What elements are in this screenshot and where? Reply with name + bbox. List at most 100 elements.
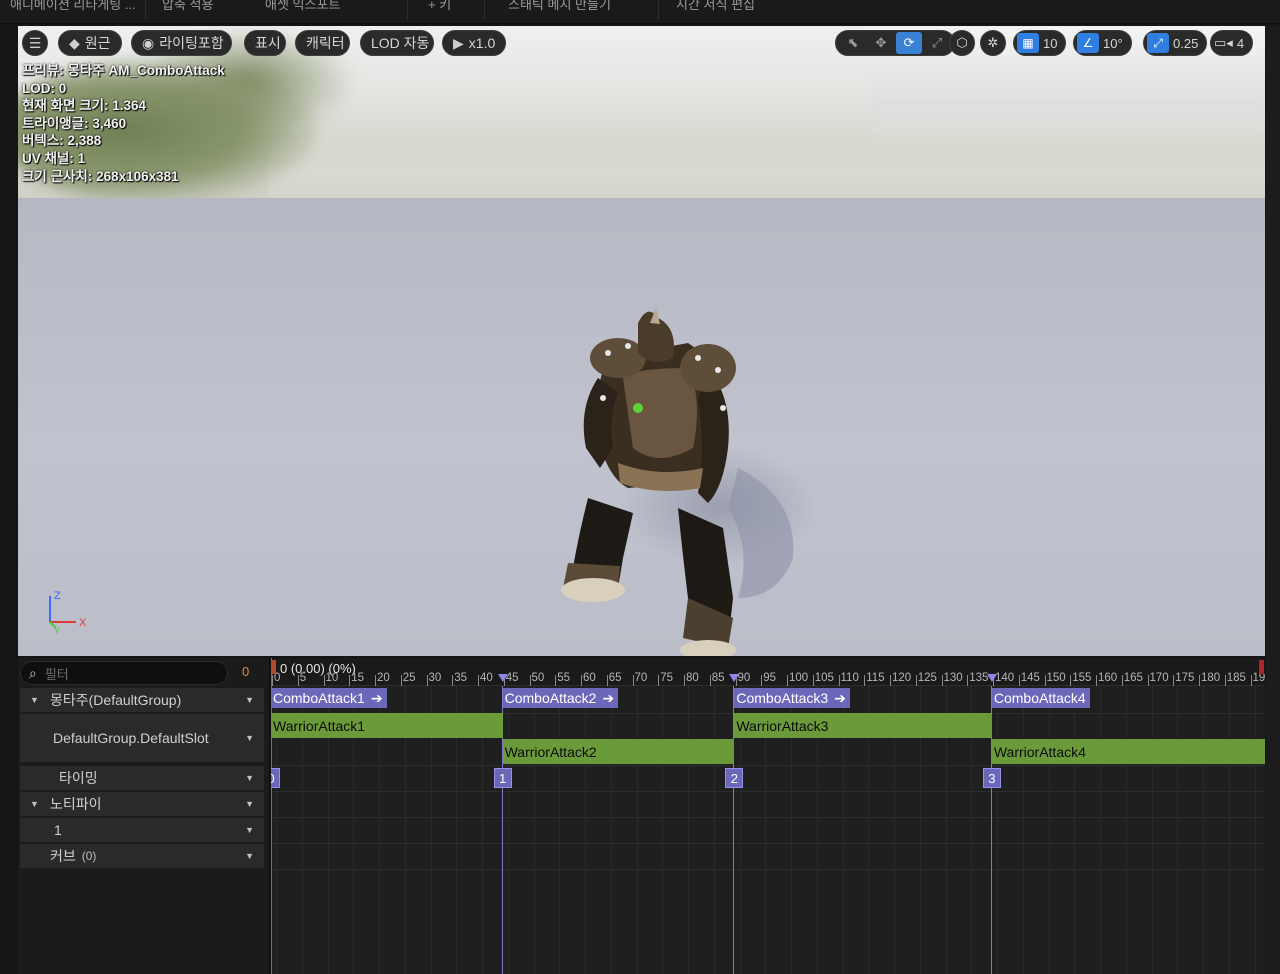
character-button[interactable]: 캐릭터 bbox=[295, 30, 350, 56]
export-asset-button[interactable]: 애셋 익스포트 bbox=[265, 0, 340, 14]
ruler-tick bbox=[838, 675, 840, 686]
timing-marker[interactable]: 1 bbox=[493, 768, 512, 788]
notify-track-label: 1 bbox=[54, 822, 62, 838]
ruler-label: 60 bbox=[583, 672, 596, 684]
current-time-display: 0 (0.00) (0%) bbox=[280, 661, 356, 676]
filter-search[interactable]: ⌕ 필터 bbox=[20, 661, 228, 685]
timing-row[interactable]: 타이밍 ▼ bbox=[20, 766, 264, 790]
grid-line bbox=[1151, 686, 1153, 974]
section-name: ComboAttack3 bbox=[736, 690, 829, 706]
ruler-tick bbox=[761, 675, 763, 686]
chevron-down-icon[interactable]: ▼ bbox=[245, 733, 254, 743]
ruler-label: 30 bbox=[428, 672, 442, 684]
coordinate-space-icon[interactable]: ⬡ bbox=[949, 30, 975, 56]
edit-time-format-button[interactable]: 시간 서식 편집 bbox=[676, 0, 755, 14]
grid-line bbox=[585, 686, 586, 974]
surface-snap-icon[interactable]: ✲ bbox=[980, 30, 1006, 56]
ruler-label: 170 bbox=[1149, 672, 1169, 684]
grid-line bbox=[688, 686, 689, 974]
grid-snap-toggle[interactable]: ▦ 10 bbox=[1013, 30, 1067, 56]
add-key-button[interactable]: + 키 bbox=[428, 0, 451, 14]
scale-mode-icon[interactable]: ⤢ bbox=[924, 32, 950, 54]
ruler-label: 50 bbox=[531, 672, 545, 684]
row-divider bbox=[271, 817, 1265, 818]
grid-line bbox=[1100, 686, 1101, 974]
chevron-down-icon[interactable]: ▼ bbox=[245, 851, 254, 861]
play-speed-button[interactable]: ▶ x1.0 bbox=[442, 30, 506, 56]
curves-row[interactable]: 커브 (0) ▼ bbox=[20, 844, 264, 868]
ruler-label: 125 bbox=[917, 672, 937, 684]
ruler-label: 65 bbox=[608, 672, 622, 684]
show-button[interactable]: 표시 bbox=[244, 30, 286, 56]
ruler-tick bbox=[375, 675, 376, 686]
section-2[interactable]: ComboAttack2 ➔ bbox=[502, 688, 619, 708]
grid-line bbox=[713, 686, 715, 974]
section-marker-icon[interactable] bbox=[986, 674, 997, 682]
timing-marker[interactable]: 0 bbox=[271, 768, 280, 788]
chevron-down-icon[interactable]: ▼ bbox=[245, 825, 254, 835]
ruler-label: 10 bbox=[325, 672, 339, 684]
grid-snap-value: 10 bbox=[1043, 35, 1058, 51]
retarget-menu[interactable]: 애니메이션 리타게팅 ... bbox=[10, 0, 136, 14]
apply-compression-button[interactable]: 압축 적용 bbox=[162, 0, 213, 14]
section-1[interactable]: ComboAttack1 ➔ bbox=[271, 688, 387, 708]
section-3[interactable]: ComboAttack3 ➔ bbox=[734, 688, 850, 708]
grid-line bbox=[1022, 686, 1024, 974]
row-divider bbox=[271, 869, 1265, 870]
stat-lod: LOD: 0 bbox=[22, 80, 67, 96]
ruler-tick bbox=[1018, 675, 1020, 686]
playhead-handle[interactable] bbox=[271, 660, 276, 674]
anim-segment-4[interactable]: WarriorAttack4 bbox=[991, 739, 1265, 764]
ruler-label: 15 bbox=[351, 672, 365, 684]
scale-snap-toggle[interactable]: ⤢ 0.25 bbox=[1143, 30, 1208, 56]
grid-line bbox=[636, 686, 638, 974]
section-name: ComboAttack4 bbox=[993, 690, 1086, 706]
filter-count: 0 bbox=[242, 664, 250, 679]
anim-segment-3[interactable]: WarriorAttack3 bbox=[734, 713, 992, 738]
ruler-tick bbox=[684, 675, 685, 686]
time-ruler[interactable]: 0 (0.00) (0%) 0 5 10 15 20 25 30 35 40 45 50 55 60 65… bbox=[271, 658, 1265, 686]
next-section-arrow-icon[interactable]: ➔ bbox=[371, 690, 383, 707]
translate-mode-icon[interactable]: ✥ bbox=[868, 32, 894, 54]
stat-uv-channels: UV 채널: 1 bbox=[22, 150, 86, 166]
ruler-label: 155 bbox=[1072, 672, 1092, 684]
section-4[interactable]: ComboAttack4 bbox=[991, 688, 1090, 708]
montage-timeline[interactable]: 0 (0.00) (0%) 0 5 10 15 20 25 30 35 40 45 50 55 60 65… bbox=[271, 658, 1265, 974]
ruler-tick bbox=[632, 675, 634, 686]
viewport-menu-button[interactable]: ☰ bbox=[22, 30, 48, 56]
perspective-button[interactable]: ◆ 원근 bbox=[58, 30, 122, 56]
make-static-mesh-button[interactable]: 스태틱 메시 만들기 bbox=[508, 0, 611, 14]
notifies-row[interactable]: ▼ 노티파이 ▼ bbox=[20, 792, 264, 816]
collapse-icon[interactable]: ▼ bbox=[30, 695, 39, 705]
camera-speed-button[interactable]: ▭◂ 4 bbox=[1210, 30, 1254, 56]
montage-group-row[interactable]: ▼ 몽타주(DefaultGroup) ▼ bbox=[20, 688, 264, 712]
next-section-arrow-icon[interactable]: ➔ bbox=[602, 690, 614, 707]
section-marker-icon[interactable] bbox=[497, 674, 508, 682]
select-mode-icon[interactable]: ⬉ bbox=[840, 32, 866, 54]
chevron-down-icon[interactable]: ▼ bbox=[245, 799, 254, 809]
section-marker-icon[interactable] bbox=[729, 674, 740, 682]
end-marker[interactable] bbox=[1259, 660, 1264, 674]
rotate-mode-icon[interactable]: ⟳ bbox=[896, 32, 922, 54]
grid-line bbox=[610, 686, 612, 974]
ruler-tick bbox=[709, 675, 711, 686]
rotation-snap-toggle[interactable]: ∠ 10° bbox=[1073, 30, 1132, 56]
chevron-down-icon[interactable]: ▼ bbox=[245, 773, 254, 783]
preview-viewport[interactable]: ☰ ◆ 원근 ◉ 라이팅포함 표시 캐릭터 LOD 자동 ▶ x1.0 ⬉ ✥ bbox=[18, 26, 1265, 656]
lighting-button[interactable]: ◉ 라이팅포함 bbox=[131, 30, 232, 56]
ruler-tick bbox=[297, 675, 299, 686]
slot-row[interactable]: DefaultGroup.DefaultSlot ▼ bbox=[20, 714, 264, 762]
anim-segment-1[interactable]: WarriorAttack1 bbox=[271, 713, 503, 738]
lod-button[interactable]: LOD 자동 bbox=[360, 30, 434, 56]
next-section-arrow-icon[interactable]: ➔ bbox=[834, 690, 846, 707]
ruler-tick bbox=[915, 675, 917, 686]
grid-line bbox=[559, 686, 561, 974]
collapse-icon[interactable]: ▼ bbox=[30, 799, 39, 809]
notify-track-row[interactable]: 1 ▼ bbox=[20, 818, 264, 842]
scale-icon: ⤢ bbox=[1147, 33, 1169, 53]
grid-line bbox=[997, 686, 998, 974]
anim-segment-2[interactable]: WarriorAttack2 bbox=[502, 739, 735, 764]
timing-marker[interactable]: 3 bbox=[982, 768, 1001, 788]
timing-marker[interactable]: 2 bbox=[725, 768, 744, 788]
chevron-down-icon[interactable]: ▼ bbox=[245, 695, 254, 705]
